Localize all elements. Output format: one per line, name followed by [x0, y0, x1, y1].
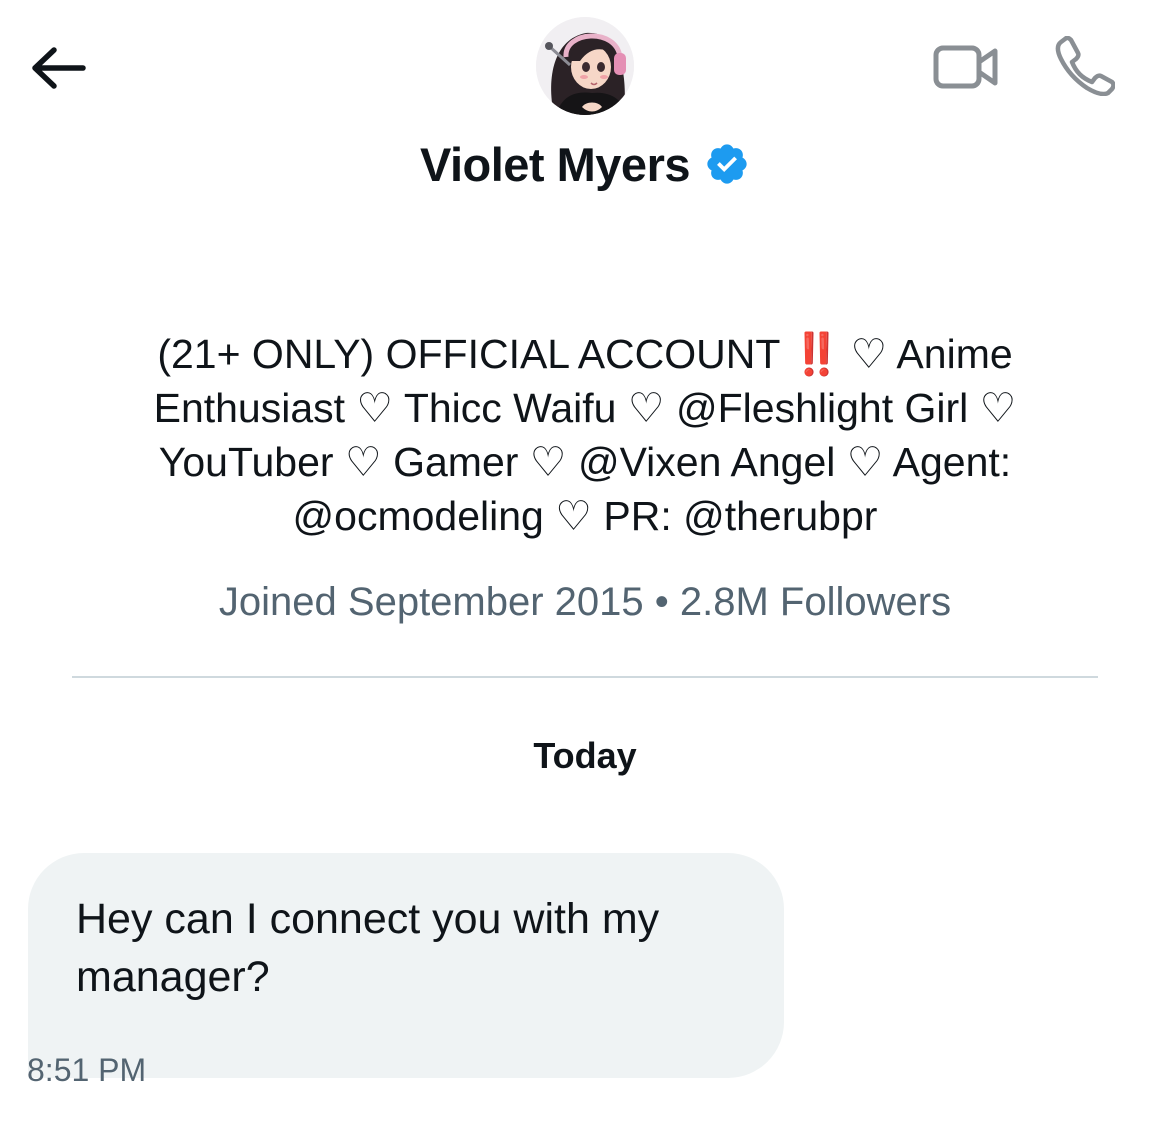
- double-exclamation-emoji: ‼️: [791, 331, 842, 377]
- profile-name-row: Violet Myers: [0, 134, 1170, 194]
- display-name[interactable]: Violet Myers: [420, 137, 691, 192]
- avatar[interactable]: [536, 17, 634, 115]
- phone-call-button[interactable]: [1052, 34, 1118, 98]
- bio-prefix: (21+ ONLY) OFFICIAL ACCOUNT: [157, 331, 792, 377]
- message-bubble[interactable]: Hey can I connect you with my manager?: [28, 853, 784, 1078]
- message-timestamp: 8:51 PM: [27, 1052, 147, 1088]
- verified-badge-icon: [707, 144, 747, 184]
- phone-icon: [1055, 36, 1115, 96]
- profile-bio: (21+ ONLY) OFFICIAL ACCOUNT ‼️ ♡ Anime E…: [95, 327, 1075, 543]
- back-button[interactable]: [28, 38, 90, 98]
- video-camera-icon: [933, 45, 998, 89]
- profile-meta: Joined September 2015 • 2.8M Followers: [218, 580, 952, 624]
- avatar-illustration: [536, 17, 634, 115]
- date-separator: Today: [533, 735, 637, 776]
- divider: [72, 676, 1098, 678]
- arrow-left-icon: [32, 47, 86, 89]
- video-call-button[interactable]: [930, 38, 1002, 96]
